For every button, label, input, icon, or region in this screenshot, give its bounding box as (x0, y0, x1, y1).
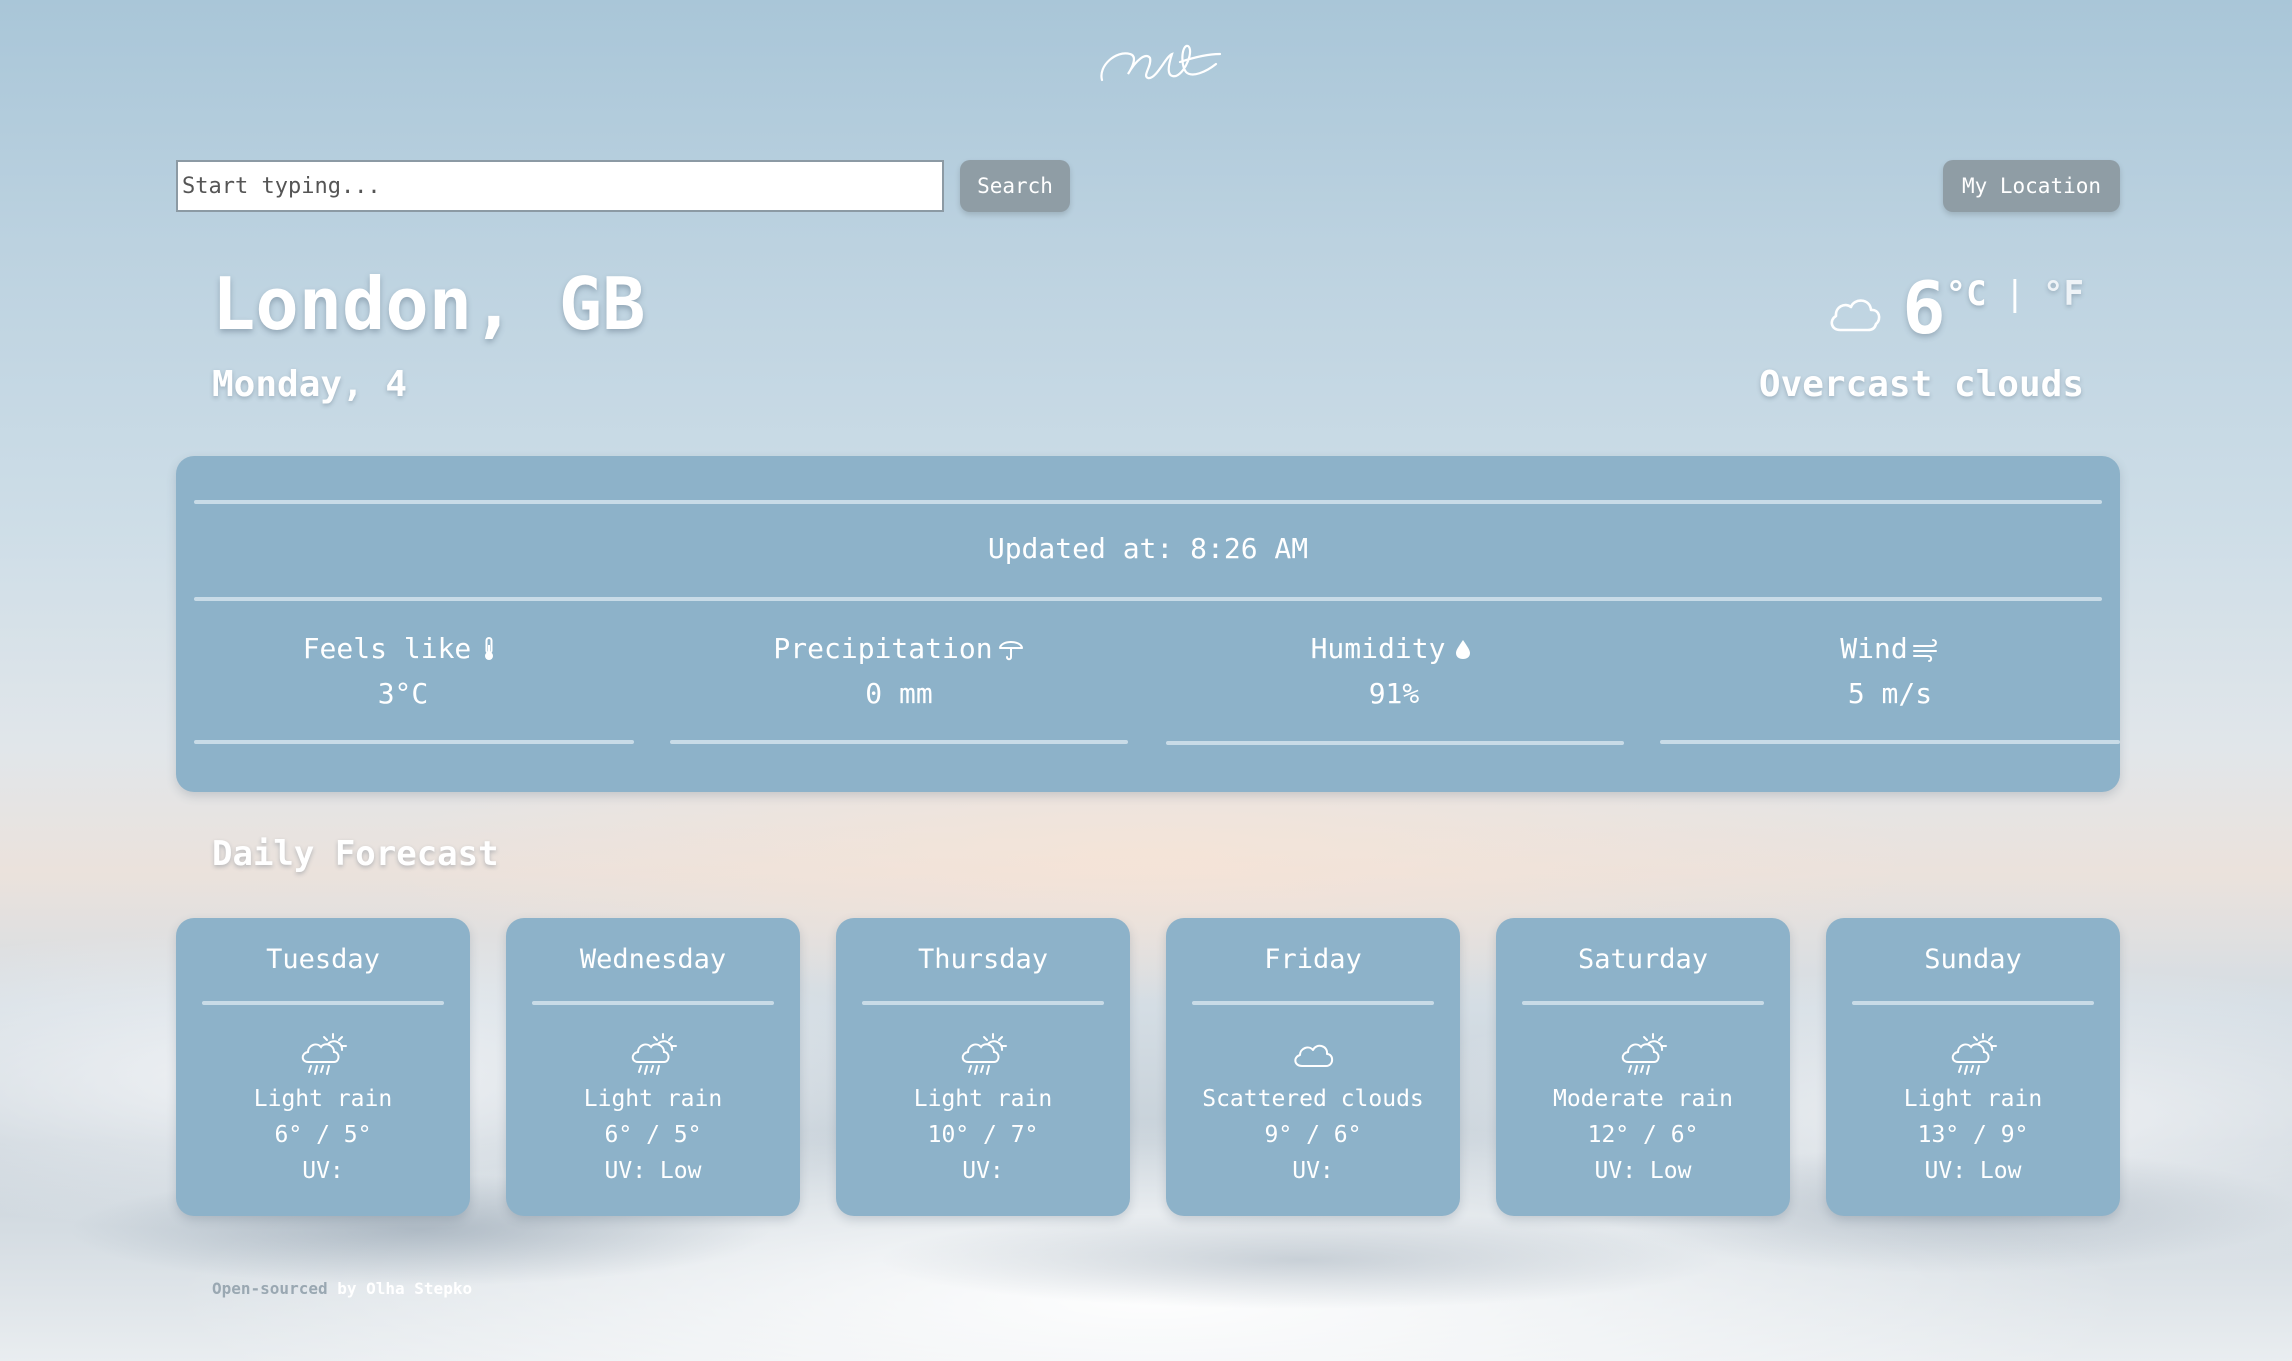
sun-rain-icon (961, 1033, 1007, 1075)
forecast-uv: UV: (962, 1158, 1004, 1184)
forecast-card-friday: Friday Scattered clouds 9° / 6° UV: (1166, 918, 1460, 1216)
current-temperature-block: 6 °C | °F (1826, 262, 2084, 344)
stat-precipitation: Precipitation 0 mm (679, 632, 1119, 710)
divider (862, 1001, 1104, 1005)
divider (1192, 1001, 1434, 1005)
sun-rain-icon (1951, 1033, 1997, 1075)
unit-fahrenheit-toggle[interactable]: °F (2043, 274, 2084, 314)
divider (670, 740, 1128, 744)
stat-label: Humidity (1310, 632, 1446, 665)
daily-forecast-title: Daily Forecast (212, 834, 499, 874)
thermometer-icon (485, 636, 494, 660)
stat-humidity: Humidity 91% (1174, 632, 1614, 710)
forecast-day: Friday (1264, 944, 1362, 975)
sun-rain-icon (631, 1033, 677, 1075)
forecast-temps: 6° / 5° (274, 1122, 372, 1148)
unit-celsius-toggle[interactable]: °C (1946, 274, 1987, 314)
stat-label: Feels like (302, 632, 472, 665)
umbrella-icon (998, 640, 1023, 660)
forecast-condition: Light rain (1903, 1086, 2043, 1112)
forecast-day: Thursday (917, 944, 1049, 975)
stat-value: 5 m/s (1847, 677, 1933, 710)
current-date: Monday, 4 (212, 364, 408, 405)
divider (194, 740, 634, 744)
forecast-day: Tuesday (266, 944, 380, 975)
stat-wind: Wind 5 m/s (1670, 632, 2110, 710)
sun-rain-icon (301, 1033, 347, 1075)
divider (1522, 1001, 1764, 1005)
forecast-condition: Scattered clouds (1202, 1086, 1424, 1112)
sun-rain-icon (1621, 1033, 1667, 1075)
divider (1852, 1001, 2094, 1005)
weather-description: Overcast clouds (1758, 364, 2084, 405)
forecast-card-wednesday: Wednesday Light rain 6° / 5° UV: Low (506, 918, 800, 1216)
stat-value: 3°C (377, 677, 429, 710)
forecast-day: Wednesday (579, 944, 727, 975)
forecast-day: Saturday (1577, 944, 1709, 975)
forecast-uv: UV: Low (604, 1158, 702, 1184)
forecast-card-thursday: Thursday Light rain 10° / 7° UV: (836, 918, 1130, 1216)
weather-details-panel: Updated at: 8:26 AM Feels like 3°C Preci… (176, 456, 2120, 792)
forecast-temps: 13° / 9° (1917, 1122, 2029, 1148)
search-button[interactable]: Search (960, 160, 1070, 212)
current-temperature: 6 (1902, 266, 1946, 350)
stat-feels-like: Feels like 3°C (183, 632, 623, 710)
footer: Open-sourced by Olha Stepko (212, 1279, 472, 1298)
logo (1100, 44, 1222, 82)
cloud-icon (1830, 299, 1881, 332)
updated-time: Updated at: 8:26 AM (987, 532, 1309, 565)
search-input[interactable] (176, 160, 944, 212)
stat-label: Precipitation (773, 632, 993, 665)
cloud-icon (1294, 1044, 1334, 1067)
forecast-card-tuesday: Tuesday Light rain 6° / 5° UV: (176, 918, 470, 1216)
forecast-condition: Light rain (583, 1086, 723, 1112)
droplet-icon (1456, 639, 1471, 659)
author-credit: by Olha Stepko (327, 1279, 473, 1298)
forecast-card-saturday: Saturday Moderate rain 12° / 6° UV: Low (1496, 918, 1790, 1216)
forecast-temps: 9° / 6° (1264, 1122, 1362, 1148)
stat-value: 0 mm (865, 677, 933, 710)
stat-value: 91% (1368, 677, 1420, 710)
divider (1660, 740, 2120, 744)
forecast-temps: 12° / 6° (1587, 1122, 1699, 1148)
divider (532, 1001, 774, 1005)
forecast-uv: UV: Low (1594, 1158, 1692, 1184)
divider (1166, 741, 1624, 745)
stat-label: Wind (1840, 632, 1908, 665)
forecast-card-sunday: Sunday Light rain 13° / 9° UV: Low (1826, 918, 2120, 1216)
forecast-day: Sunday (1924, 944, 2022, 975)
divider (202, 1001, 444, 1005)
forecast-uv: UV: (302, 1158, 344, 1184)
unit-separator: | (2004, 274, 2026, 314)
forecast-condition: Light rain (913, 1086, 1053, 1112)
wind-icon (1912, 638, 1937, 662)
forecast-condition: Light rain (253, 1086, 393, 1112)
forecast-condition: Moderate rain (1552, 1086, 1733, 1112)
forecast-temps: 6° / 5° (604, 1122, 702, 1148)
forecast-uv: UV: (1292, 1158, 1334, 1184)
open-source-link[interactable]: Open-sourced (212, 1279, 328, 1298)
forecast-uv: UV: Low (1924, 1158, 2022, 1184)
divider (194, 500, 2102, 504)
city-name: London, GB (212, 262, 646, 346)
divider (194, 597, 2102, 601)
forecast-temps: 10° / 7° (927, 1122, 1039, 1148)
my-location-button[interactable]: My Location (1943, 160, 2120, 212)
